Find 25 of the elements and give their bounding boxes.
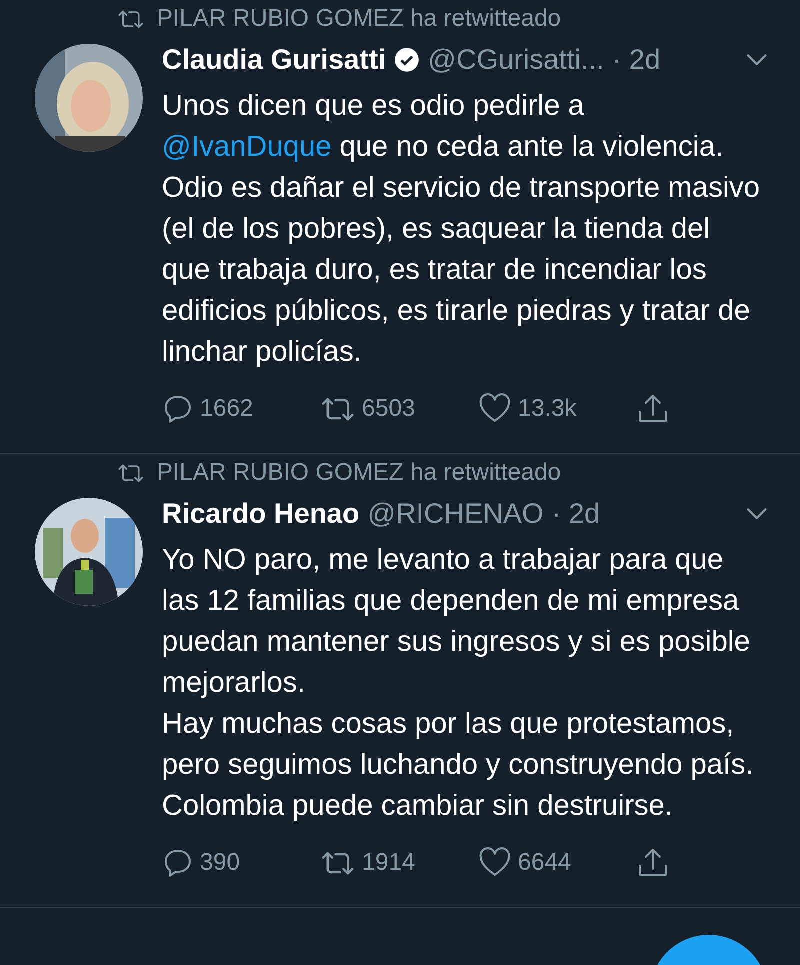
retweet-label: PILAR RUBIO GOMEZ ha retwitteado xyxy=(157,5,562,33)
heart-icon xyxy=(478,393,512,425)
speech-bubble-icon xyxy=(162,847,194,879)
mention-link[interactable]: @IvanDuque xyxy=(162,131,332,163)
retweet-button[interactable]: 1914 xyxy=(320,849,478,877)
reply-button[interactable]: 390 xyxy=(162,847,320,879)
retweet-icon xyxy=(320,396,356,422)
reply-button[interactable]: 1662 xyxy=(162,393,320,425)
retweet-label: PILAR RUBIO GOMEZ ha retwitteado xyxy=(157,459,562,487)
author-handle: @CGurisatti... xyxy=(428,44,604,76)
author-handle: @RICHENAO xyxy=(368,498,544,530)
speech-bubble-icon xyxy=(162,393,194,425)
retweet-icon xyxy=(117,8,145,30)
like-button[interactable]: 13.3k xyxy=(478,393,636,425)
retweet-button[interactable]: 6503 xyxy=(320,395,478,423)
author-name[interactable]: Claudia Gurisatti xyxy=(162,44,386,76)
retweet-icon xyxy=(117,462,145,484)
author-name[interactable]: Ricardo Henao xyxy=(162,498,360,530)
tweet-text: Yo NO paro, me levanto a trabajar para que las 12 familias que dependen de mi empresa puedan mantener sus ingresos y si es posible mejorarlos. Hay muchas cosas por las que protestamos, pero seguimos luchando y construyendo país. Colombia puede cambiar sin destruirse. xyxy=(162,543,755,824)
like-button[interactable]: 6644 xyxy=(478,847,636,879)
heart-icon xyxy=(478,847,512,879)
tweet-text: Unos dicen que es odio pedirle a @IvanDuque que no ceda ante la violencia. Odio es dañar el servicio de transporte masivo (el de los pobres), es saquear la tienda del que trabaja duro, es tratar de incendiar los edificios públicos, es tirarle piedras y tratar de linchar policías. xyxy=(162,89,762,370)
tweet-time: · 2d xyxy=(552,498,600,530)
retweet-icon xyxy=(320,850,356,876)
tweet-time: · 2d xyxy=(612,44,661,76)
